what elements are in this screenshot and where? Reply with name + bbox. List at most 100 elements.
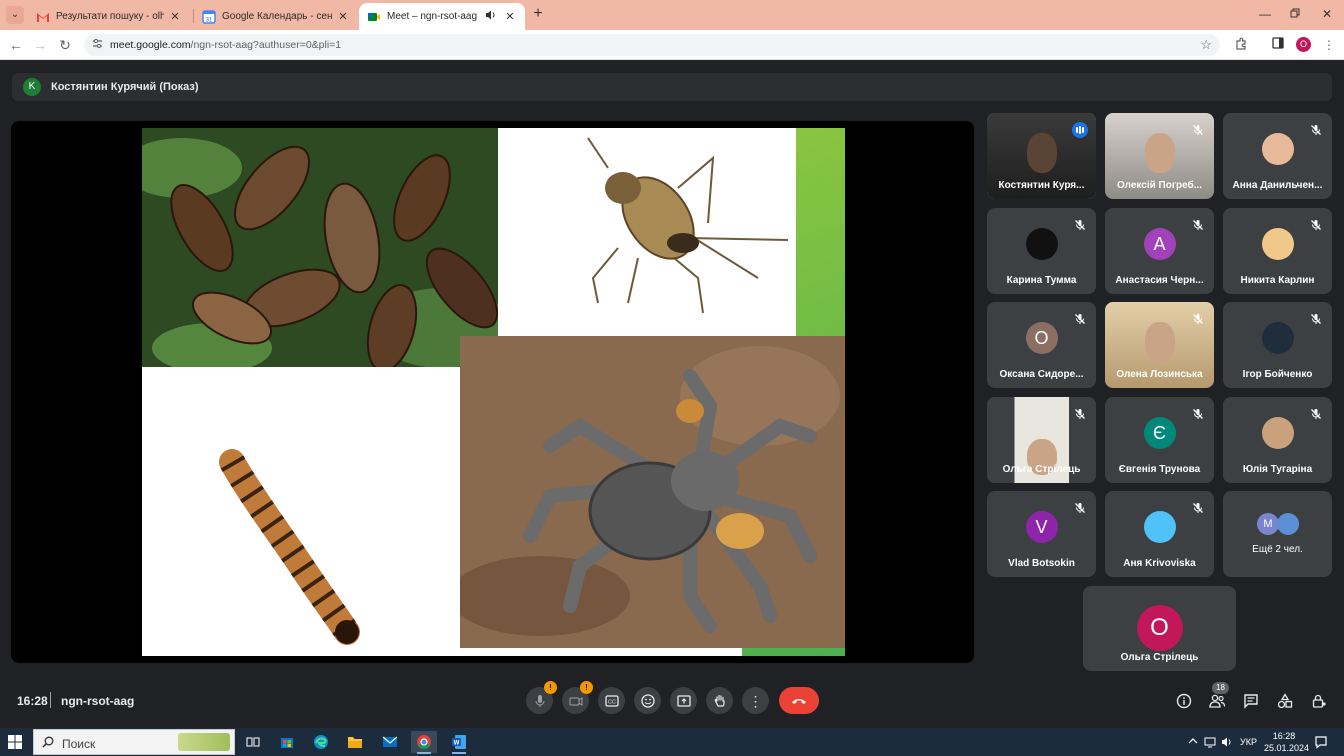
participant-tile[interactable]: Ольга Стрілець bbox=[987, 397, 1096, 483]
store-icon[interactable] bbox=[274, 731, 300, 753]
participant-tile[interactable]: Анна Данильчен... bbox=[1223, 113, 1332, 199]
tray-chevron-icon[interactable] bbox=[1188, 736, 1198, 748]
participant-name: Оксана Сидоре... bbox=[999, 369, 1084, 380]
participant-avatar-photo bbox=[1025, 228, 1058, 260]
participant-name: Ещё 2 чел. bbox=[1252, 544, 1303, 555]
participant-tile[interactable]: Є Євгенія Трунова bbox=[1105, 397, 1214, 483]
participant-tile[interactable]: Олена Лозинська bbox=[1105, 302, 1214, 388]
participant-tile[interactable]: Костянтин Куря... bbox=[987, 113, 1096, 199]
participant-tile[interactable]: V Vlad Botsokin bbox=[987, 491, 1096, 577]
meet-icon bbox=[367, 10, 381, 24]
taskbar-clock[interactable]: 16:28 25.01.2024 bbox=[1264, 730, 1309, 754]
activities-button[interactable] bbox=[1276, 692, 1294, 710]
bookmark-star-icon[interactable]: ☆ bbox=[1200, 37, 1212, 53]
tab-title: Meet – ngn-rsot-aag bbox=[387, 11, 478, 22]
presenter-banner: K Костянтин Курячий (Показ) bbox=[12, 73, 1332, 101]
mic-warning-badge: ! bbox=[544, 681, 557, 694]
forward-arrow-icon[interactable]: → bbox=[32, 37, 48, 53]
chat-button[interactable] bbox=[1242, 692, 1260, 710]
participant-avatar-photo bbox=[1261, 417, 1294, 449]
participant-tile[interactable]: A Анастасия Черн... bbox=[1105, 208, 1214, 294]
participant-face bbox=[1145, 322, 1175, 362]
participant-tile[interactable]: Аня Krivoviska bbox=[1105, 491, 1214, 577]
url-text[interactable]: meet.google.com/ngn-rsot-aag?authuser=0&… bbox=[110, 39, 341, 51]
participant-tile[interactable]: Юлія Тугаріна bbox=[1223, 397, 1332, 483]
notifications-icon[interactable] bbox=[1314, 735, 1328, 751]
self-tile[interactable]: О Ольга Стрілець bbox=[1083, 586, 1236, 671]
close-window-icon[interactable]: ✕ bbox=[1319, 7, 1335, 21]
present-button[interactable] bbox=[670, 687, 697, 714]
side-panel-icon[interactable] bbox=[1270, 37, 1286, 53]
hang-up-icon bbox=[792, 698, 806, 704]
participant-avatar-letter: О bbox=[1025, 322, 1058, 354]
new-tab-plus-icon[interactable]: + bbox=[530, 6, 546, 22]
people-button[interactable]: 18 bbox=[1208, 682, 1229, 710]
participant-avatar-photo bbox=[1261, 133, 1294, 165]
chrome-taskbar-icon[interactable] bbox=[411, 731, 437, 754]
host-controls-button[interactable] bbox=[1310, 692, 1328, 710]
mic-muted-icon bbox=[1192, 123, 1204, 135]
network-icon[interactable] bbox=[1204, 736, 1218, 750]
captions-button[interactable]: CC bbox=[598, 687, 625, 714]
present-screen-icon bbox=[676, 694, 691, 707]
gmail-icon bbox=[36, 10, 50, 24]
file-explorer-icon[interactable] bbox=[342, 731, 368, 753]
back-arrow-icon[interactable]: ← bbox=[8, 37, 24, 53]
windows-start-icon[interactable] bbox=[8, 735, 22, 749]
emoji-button[interactable] bbox=[634, 687, 661, 714]
raise-hand-button[interactable] bbox=[706, 687, 733, 714]
mail-icon[interactable] bbox=[377, 731, 403, 753]
participant-avatar-photo bbox=[1261, 228, 1294, 260]
reload-icon[interactable]: ↻ bbox=[57, 37, 73, 53]
tab-search-chevron-icon[interactable]: ⌄ bbox=[6, 6, 24, 24]
site-info-icon[interactable] bbox=[92, 38, 104, 52]
mic-muted-icon bbox=[1310, 218, 1322, 230]
participant-tile[interactable]: Никита Карлин bbox=[1223, 208, 1332, 294]
tab-close-icon[interactable]: ✕ bbox=[168, 10, 182, 23]
participant-avatar-photo bbox=[1143, 511, 1176, 543]
language-indicator[interactable]: УКР bbox=[1240, 737, 1257, 747]
participant-name: Аня Krivoviska bbox=[1123, 558, 1196, 569]
word-icon[interactable]: W bbox=[446, 731, 472, 754]
tab-calendar[interactable]: 31 Google Календарь - сентябрь ✕ bbox=[194, 3, 358, 30]
clock-time: 16:28 bbox=[1272, 731, 1296, 741]
participant-tile[interactable]: Олексій Погреб... bbox=[1105, 113, 1214, 199]
taskbar-search[interactable]: Поиск bbox=[33, 729, 235, 755]
svg-text:CC: CC bbox=[608, 699, 616, 705]
leave-call-button[interactable] bbox=[779, 687, 819, 714]
participant-tile[interactable]: Ігор Бойченко bbox=[1223, 302, 1332, 388]
volume-icon[interactable] bbox=[1221, 736, 1233, 750]
camera-button[interactable]: ! bbox=[562, 681, 593, 714]
restore-icon[interactable] bbox=[1287, 7, 1303, 21]
profile-avatar[interactable]: O bbox=[1296, 37, 1311, 52]
tarantula-photo bbox=[460, 336, 845, 648]
more-options-button[interactable]: ⋮ bbox=[742, 687, 769, 714]
meeting-code: ngn-rsot-aag bbox=[61, 694, 135, 708]
edge-browser-icon[interactable] bbox=[308, 731, 334, 753]
extensions-puzzle-icon[interactable] bbox=[1233, 37, 1249, 53]
mic-muted-icon bbox=[1074, 312, 1086, 324]
tab-meet[interactable]: Meet – ngn-rsot-aag ✕ bbox=[359, 3, 525, 30]
url-host: meet.google.com bbox=[110, 39, 191, 51]
microphone-button[interactable]: ! bbox=[526, 681, 557, 714]
tab-close-icon[interactable]: ✕ bbox=[336, 10, 350, 23]
participant-tile[interactable]: О Оксана Сидоре... bbox=[987, 302, 1096, 388]
minimize-icon[interactable]: — bbox=[1257, 7, 1273, 21]
task-view-icon[interactable] bbox=[240, 731, 266, 753]
more-avatar-photo bbox=[1277, 513, 1299, 535]
participant-name: Никита Карлин bbox=[1240, 275, 1315, 286]
speaker-icon[interactable] bbox=[485, 9, 499, 24]
tab-close-icon[interactable]: ✕ bbox=[503, 10, 517, 23]
participant-count-badge: 18 bbox=[1212, 682, 1229, 694]
windows-taskbar: Поиск W УКР 16:28 25.01.2024 bbox=[0, 728, 1344, 756]
presentation-stage[interactable] bbox=[11, 121, 974, 663]
tab-gmail[interactable]: Результати пошуку - olhastrile ✕ bbox=[28, 3, 190, 30]
svg-text:31: 31 bbox=[206, 17, 213, 23]
participant-face bbox=[1027, 133, 1057, 173]
participant-tile[interactable]: Карина Тумма bbox=[987, 208, 1096, 294]
participant-name: Євгенія Трунова bbox=[1118, 464, 1201, 475]
meeting-details-button[interactable] bbox=[1175, 692, 1193, 710]
omnibox[interactable]: meet.google.com/ngn-rsot-aag?authuser=0&… bbox=[84, 34, 1220, 56]
participant-tile[interactable]: M Ещё 2 чел. bbox=[1223, 491, 1332, 577]
chrome-menu-kebab-icon[interactable]: ⋮ bbox=[1321, 37, 1337, 53]
